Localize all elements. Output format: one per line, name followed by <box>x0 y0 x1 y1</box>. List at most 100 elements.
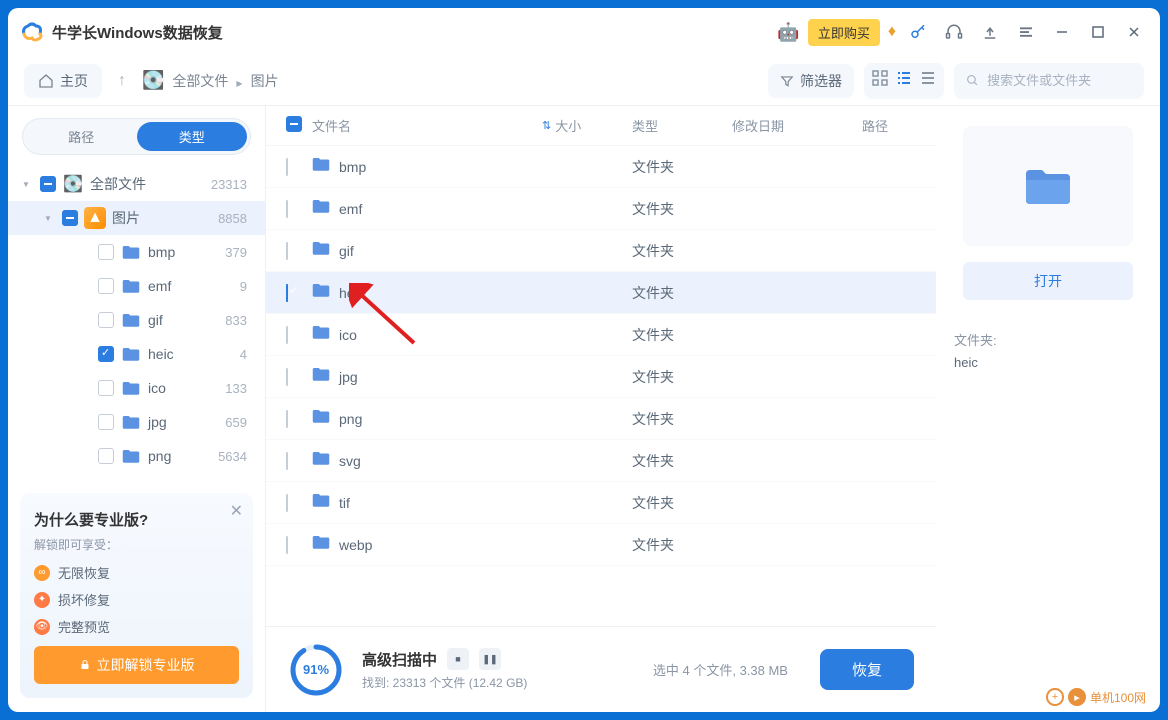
headset-icon[interactable] <box>940 18 968 46</box>
grid-view-icon[interactable] <box>872 70 888 91</box>
table-row[interactable]: gif文件夹 <box>266 230 936 272</box>
checkbox[interactable] <box>98 312 114 328</box>
recover-button[interactable]: 恢复 <box>820 649 914 690</box>
table-row[interactable]: svg文件夹 <box>266 440 936 482</box>
file-name: tif <box>339 495 350 511</box>
table-row[interactable]: webp文件夹 <box>266 524 936 566</box>
file-type: 文件夹 <box>632 325 732 345</box>
checkbox[interactable] <box>98 346 114 362</box>
checkbox[interactable] <box>98 380 114 396</box>
preview-panel: 打开 文件夹: heic <box>936 106 1160 712</box>
robot-icon[interactable]: 🤖 <box>777 22 799 43</box>
tree-node-jpg[interactable]: jpg659 <box>8 405 265 439</box>
filter-button[interactable]: 筛选器 <box>768 64 854 98</box>
checkbox[interactable] <box>286 452 288 470</box>
file-type: 文件夹 <box>632 157 732 177</box>
open-button[interactable]: 打开 <box>963 262 1133 300</box>
sidebar-tabs: 路径 类型 <box>22 118 251 155</box>
folder-icon <box>312 534 330 555</box>
image-icon: ▲ <box>84 207 106 229</box>
key-icon[interactable] <box>904 18 932 46</box>
chevron-down-icon[interactable] <box>22 179 34 190</box>
folder-icon <box>120 343 142 365</box>
preview-folder-value: heic <box>954 355 1142 370</box>
chevron-down-icon[interactable] <box>44 213 56 224</box>
preview-meta: 文件夹: heic <box>954 330 1142 370</box>
col-name[interactable]: 文件名 <box>312 116 542 135</box>
share-icon[interactable] <box>976 18 1004 46</box>
checkbox[interactable] <box>98 244 114 260</box>
tree-node-gif[interactable]: gif833 <box>8 303 265 337</box>
maximize-button[interactable] <box>1084 18 1112 46</box>
view-toggle-group <box>864 63 944 99</box>
file-name: png <box>339 411 362 427</box>
table-row[interactable]: jpg文件夹 <box>266 356 936 398</box>
file-name: webp <box>339 537 372 553</box>
scan-info: 高级扫描中 ■ ❚❚ 找到: 23313 个文件 (12.42 GB) <box>362 648 527 691</box>
close-icon[interactable]: ✕ <box>230 501 243 521</box>
tree-node-bmp[interactable]: bmp379 <box>8 235 265 269</box>
up-button[interactable]: ↑ <box>112 72 132 90</box>
search-input[interactable] <box>987 73 1132 88</box>
col-type[interactable]: 类型 <box>632 116 732 135</box>
col-size[interactable]: ⇅大小 <box>542 116 632 135</box>
close-button[interactable] <box>1120 18 1148 46</box>
folder-icon <box>120 377 142 399</box>
app-window: 牛学长Windows数据恢复 🤖 立即购买 ♦ 主页 ↑ 💽 全部文件 图片 筛… <box>8 8 1160 712</box>
header-checkbox[interactable] <box>286 116 302 132</box>
minimize-button[interactable] <box>1048 18 1076 46</box>
buy-now-button[interactable]: 立即购买 <box>808 19 880 46</box>
table-row[interactable]: png文件夹 <box>266 398 936 440</box>
table-row[interactable]: ico文件夹 <box>266 314 936 356</box>
breadcrumb-item[interactable]: 全部文件 <box>172 71 228 91</box>
checkbox[interactable] <box>286 242 288 260</box>
folder-icon <box>312 366 330 387</box>
folder-icon <box>1024 166 1072 206</box>
folder-icon <box>120 411 142 433</box>
table-row[interactable]: bmp文件夹 <box>266 146 936 188</box>
col-date[interactable]: 修改日期 <box>732 116 862 135</box>
list-view-icon[interactable] <box>896 70 912 91</box>
table-row[interactable]: tif文件夹 <box>266 482 936 524</box>
pause-button[interactable]: ❚❚ <box>479 648 501 670</box>
checkbox[interactable] <box>286 200 288 218</box>
checkbox[interactable] <box>286 536 288 554</box>
tree-root-all-files[interactable]: 💽 全部文件 23313 <box>8 167 265 201</box>
checkbox[interactable] <box>286 158 288 176</box>
menu-icon[interactable] <box>1012 18 1040 46</box>
checkbox[interactable] <box>286 410 288 428</box>
file-type: 文件夹 <box>632 199 732 219</box>
checkbox[interactable] <box>62 210 78 226</box>
checkbox[interactable] <box>286 326 288 344</box>
lock-icon <box>79 659 91 671</box>
breadcrumb-item[interactable]: 图片 <box>251 71 279 91</box>
tree-node-png[interactable]: png5634 <box>8 439 265 473</box>
diamond-icon[interactable]: ♦ <box>888 23 896 41</box>
folder-icon <box>312 282 330 303</box>
home-button[interactable]: 主页 <box>24 64 102 98</box>
tab-path[interactable]: 路径 <box>26 122 137 151</box>
unlock-pro-button[interactable]: 立即解锁专业版 <box>34 646 239 684</box>
stop-button[interactable]: ■ <box>447 648 469 670</box>
tree-node-emf[interactable]: emf9 <box>8 269 265 303</box>
folder-icon <box>312 450 330 471</box>
checkbox[interactable] <box>98 414 114 430</box>
tree-node-ico[interactable]: ico133 <box>8 371 265 405</box>
folder-icon <box>312 324 330 345</box>
checkbox[interactable] <box>286 284 288 302</box>
tab-type[interactable]: 类型 <box>137 122 248 151</box>
search-box[interactable] <box>954 63 1144 99</box>
checkbox[interactable] <box>98 448 114 464</box>
checkbox[interactable] <box>286 368 288 386</box>
table-row[interactable]: emf文件夹 <box>266 188 936 230</box>
tree-node-heic[interactable]: heic4 <box>8 337 265 371</box>
detail-view-icon[interactable] <box>920 70 936 91</box>
chevron-right-icon <box>236 73 242 89</box>
table-row[interactable]: heic文件夹 <box>266 272 936 314</box>
checkbox[interactable] <box>98 278 114 294</box>
col-path[interactable]: 路径 <box>862 116 916 135</box>
tree-node-images[interactable]: ▲ 图片 8858 <box>8 201 265 235</box>
checkbox[interactable] <box>40 176 56 192</box>
checkbox[interactable] <box>286 494 288 512</box>
home-icon <box>38 73 54 89</box>
